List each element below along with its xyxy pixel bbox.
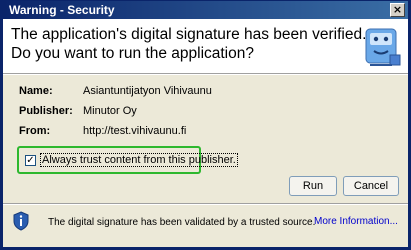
from-label: From: (19, 125, 51, 137)
headline-line2: Do you want to run the application? (11, 45, 254, 62)
trust-highlight: ✓ Always trust content from this publish… (17, 146, 238, 174)
more-information-link[interactable]: More Information... (314, 216, 398, 227)
title-bar[interactable]: Warning - Security × (3, 1, 408, 19)
close-button[interactable]: × (390, 3, 405, 17)
publisher-label: Publisher: (19, 105, 73, 117)
header-area: The application's digital signature has … (3, 19, 408, 73)
always-trust-label[interactable]: Always trust content from this publisher… (40, 153, 238, 167)
shield-icon (13, 211, 29, 231)
header-divider (3, 73, 408, 75)
window-title: Warning - Security (9, 3, 115, 17)
publisher-value: Minutor Oy (83, 105, 137, 117)
java-coffee-cup-icon (365, 28, 401, 66)
footer-message: The digital signature has been validated… (48, 217, 316, 228)
dialog-content: The application's digital signature has … (3, 19, 408, 247)
name-label: Name: (19, 85, 53, 97)
headline: The application's digital signature has … (11, 25, 367, 63)
name-value: Asiantuntijatyon Vihivaunu (83, 85, 212, 97)
headline-line1: The application's digital signature has … (11, 26, 367, 43)
run-button[interactable]: Run (289, 176, 337, 196)
cancel-button[interactable]: Cancel (343, 176, 399, 196)
footer-divider (3, 203, 408, 205)
always-trust-checkbox[interactable]: ✓ (25, 155, 36, 166)
security-dialog: Warning - Security × The application's d… (0, 0, 411, 250)
from-value: http://test.vihivaunu.fi (83, 125, 187, 137)
